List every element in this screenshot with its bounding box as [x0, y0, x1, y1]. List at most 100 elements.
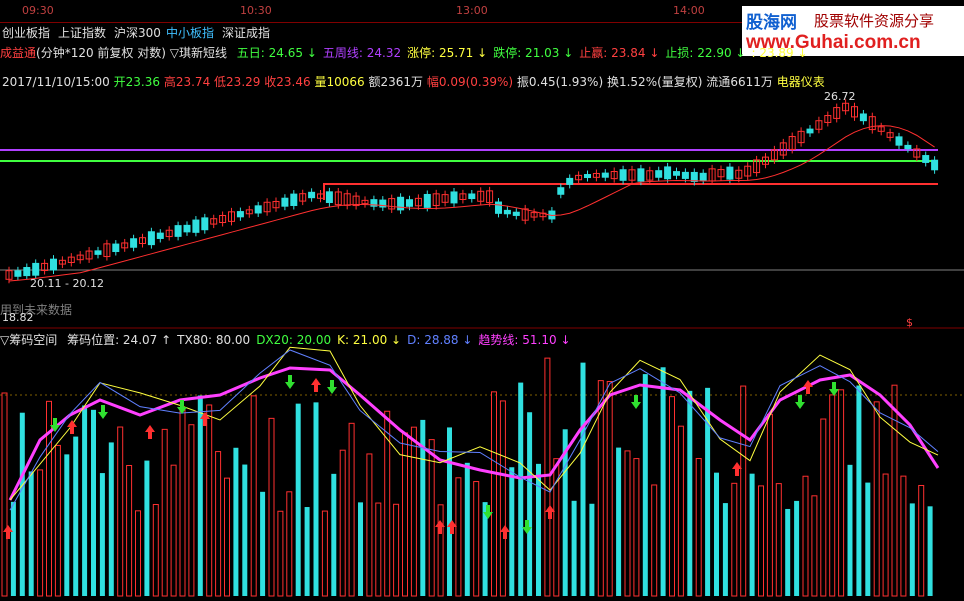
chip-item: TX80: 80.00 — [177, 333, 251, 347]
candle — [14, 270, 22, 277]
volume-bar — [188, 424, 195, 597]
volume-bar — [91, 409, 96, 596]
volume-bar — [304, 507, 310, 596]
volume-bar — [616, 447, 622, 596]
volume-bar — [135, 510, 141, 597]
candle — [601, 172, 609, 178]
volume-bar — [28, 471, 34, 596]
candle — [726, 166, 734, 180]
candle — [325, 191, 333, 203]
volume-bar — [705, 387, 711, 596]
volume-bar — [295, 403, 301, 596]
volume-bar — [766, 413, 773, 597]
candle — [308, 191, 316, 199]
candle — [619, 169, 627, 181]
candle — [94, 250, 102, 255]
volume-bar — [642, 374, 648, 596]
volume-bar — [242, 464, 248, 596]
dollar-marker-icon: $ — [906, 316, 913, 329]
volume-bar — [714, 472, 719, 596]
candle — [655, 170, 663, 178]
volume-bar — [927, 506, 933, 596]
ma-line — [8, 125, 935, 282]
candle — [450, 191, 458, 204]
volume-bar — [722, 503, 728, 596]
volume-bar — [82, 405, 88, 596]
candle — [201, 217, 209, 231]
volume-bar — [250, 395, 257, 597]
volume-bar — [428, 439, 435, 597]
volume-bar — [73, 436, 79, 596]
volume-bar — [10, 501, 16, 596]
buy-arrow-icon — [500, 525, 510, 539]
volume-bar — [785, 508, 791, 596]
buy-arrow-icon — [803, 380, 813, 394]
volume-bar — [402, 432, 408, 597]
volume-bar — [856, 385, 862, 596]
volume-bar — [410, 426, 417, 597]
candle — [495, 201, 502, 214]
low-mark-label: 18.82 — [2, 311, 34, 324]
candle — [192, 219, 200, 233]
volume-bar — [179, 408, 186, 597]
volume-bar — [144, 460, 150, 596]
candle — [254, 205, 262, 214]
candle — [130, 238, 138, 248]
volume-bar — [224, 477, 230, 597]
chip-panel-header: ▽筹码空间 筹码位置: 24.07 ↑ TX80: 80.00 DX20: 20.0… — [0, 331, 571, 348]
sell-arrow-icon — [327, 380, 337, 394]
volume-bar — [321, 510, 328, 597]
kline-chart[interactable]: $ — [0, 0, 964, 601]
candle — [931, 159, 939, 171]
volume-bar — [624, 450, 631, 597]
volume-bar — [865, 482, 871, 596]
volume-bar — [473, 481, 480, 597]
chip-item: K: 21.00 ↓ — [337, 333, 402, 347]
volume-bar — [233, 447, 239, 596]
candle — [557, 187, 565, 195]
sell-arrow-icon — [285, 375, 295, 389]
volume-bar — [775, 483, 782, 597]
volume-bar — [366, 453, 373, 597]
candle — [290, 193, 298, 206]
high-mark-label: 26.72 — [824, 90, 856, 103]
volume-bar — [909, 503, 915, 596]
volume-bar — [731, 482, 738, 597]
volume-bar — [277, 510, 284, 597]
chip-panel-title[interactable]: ▽筹码空间 — [0, 333, 57, 347]
candle — [637, 168, 645, 182]
volume-bar — [1, 392, 8, 597]
volume-bar — [268, 417, 275, 597]
candle — [236, 211, 244, 218]
volume-bar — [117, 426, 124, 597]
volume-bar — [215, 451, 222, 597]
buy-arrow-icon — [145, 425, 155, 439]
volume-bar — [749, 473, 755, 596]
candle — [664, 166, 672, 180]
volume-bar — [206, 404, 213, 597]
volume-bar — [313, 402, 319, 596]
volume-bar — [740, 385, 747, 597]
candle — [468, 193, 476, 200]
candle — [50, 258, 57, 271]
volume-bar — [669, 396, 675, 597]
volume-bar — [847, 464, 853, 596]
volume-bar — [161, 428, 168, 597]
candle — [406, 199, 413, 207]
volume-bar — [580, 362, 586, 596]
volume-bar — [553, 458, 560, 597]
volume-bar — [802, 475, 809, 597]
volume-bar — [891, 384, 898, 597]
volume-bar — [197, 395, 203, 596]
candle — [512, 211, 520, 216]
volume-bar — [499, 400, 506, 597]
volume-bar — [536, 463, 541, 596]
volume-bar — [660, 367, 666, 596]
sell-arrow-icon — [829, 382, 839, 396]
candle — [32, 262, 40, 276]
volume-bar — [651, 484, 658, 597]
sell-arrow-icon — [795, 395, 805, 409]
volume-bar — [54, 444, 61, 597]
sell-arrow-icon — [98, 405, 108, 419]
volume-bar — [455, 477, 462, 597]
